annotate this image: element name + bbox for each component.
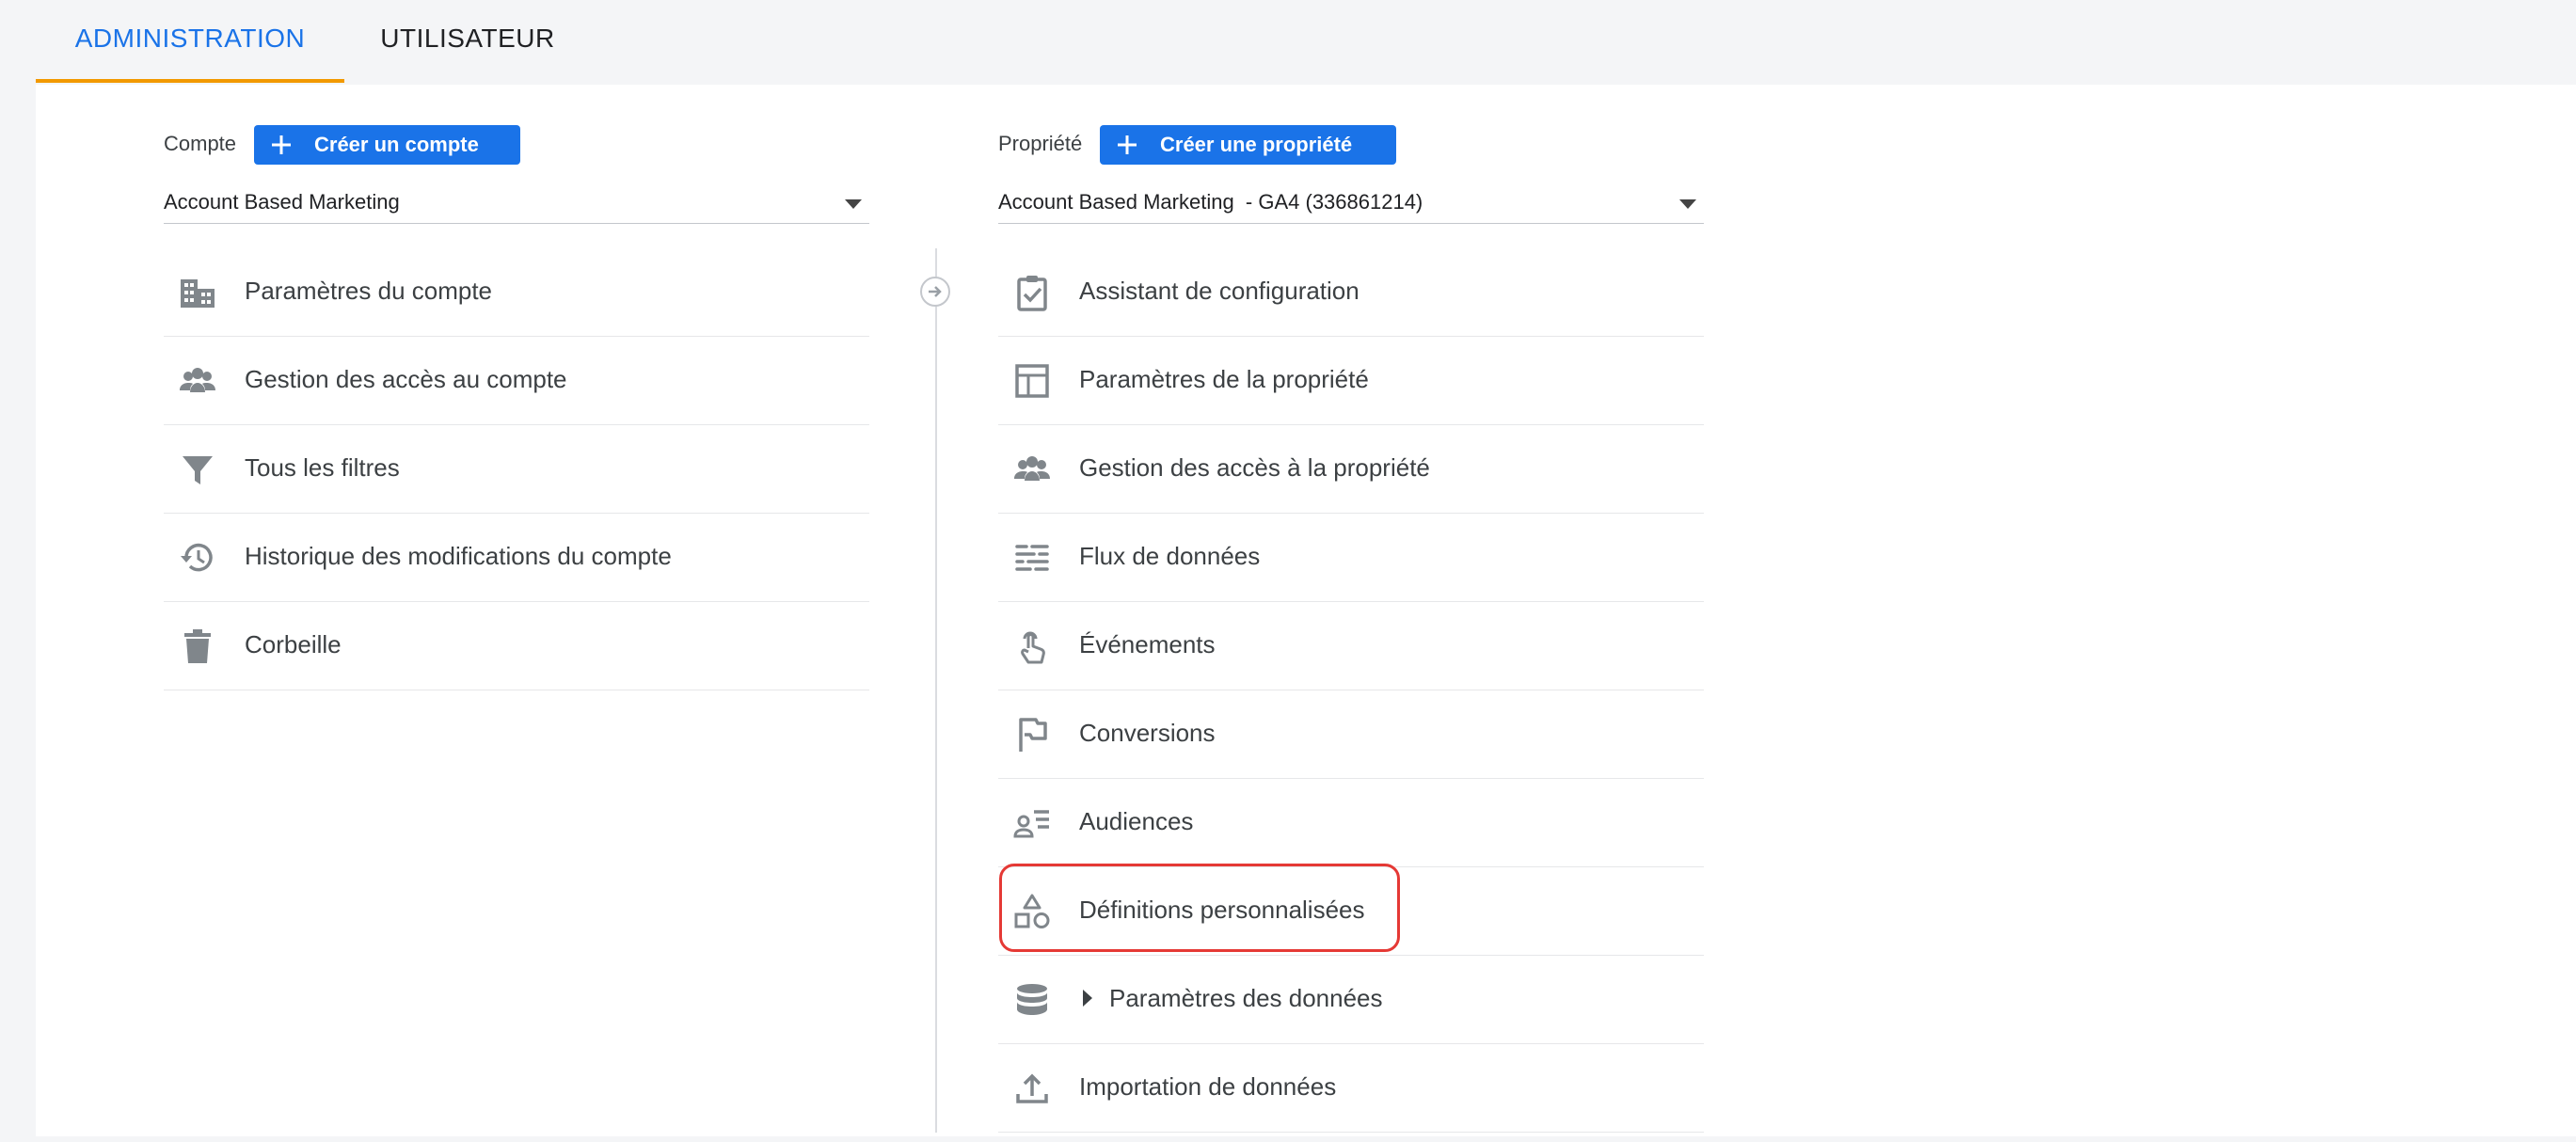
filter-icon bbox=[183, 456, 213, 484]
account-selector[interactable]: Account Based Marketing bbox=[164, 182, 869, 224]
menu-item-setup-assistant[interactable]: Assistant de configuration bbox=[998, 248, 1704, 337]
account-selected-value: Account Based Marketing bbox=[164, 190, 400, 214]
column-divider bbox=[935, 248, 937, 1133]
history-icon bbox=[181, 543, 213, 572]
menu-item-account-settings[interactable]: Paramètres du compte bbox=[164, 248, 869, 337]
plus-icon bbox=[1118, 135, 1137, 154]
menu-item-events[interactable]: Événements bbox=[998, 602, 1704, 690]
menu-item-account-access[interactable]: Gestion des accès au compte bbox=[164, 337, 869, 425]
menu-item-conversions[interactable]: Conversions bbox=[998, 690, 1704, 779]
create-account-button[interactable]: Créer un compte bbox=[254, 125, 520, 165]
chevron-down-icon bbox=[1679, 199, 1696, 209]
tab-utilisateur[interactable]: UTILISATEUR bbox=[358, 0, 578, 83]
property-column-label: Propriété bbox=[998, 132, 1083, 155]
checklist-icon bbox=[1017, 276, 1047, 311]
menu-item-trash[interactable]: Corbeille bbox=[164, 602, 869, 690]
plus-icon bbox=[272, 135, 291, 154]
menu-item-data-import[interactable]: Importation de données bbox=[998, 1044, 1704, 1133]
menu-item-all-filters[interactable]: Tous les filtres bbox=[164, 425, 869, 514]
menu-item-label: Audiences bbox=[1079, 807, 1194, 835]
account-menu: Paramètres du compte Gestion des accès a… bbox=[164, 248, 869, 690]
touch-icon bbox=[1021, 631, 1045, 664]
upload-icon bbox=[1016, 1073, 1048, 1103]
flag-icon bbox=[1019, 718, 1047, 752]
caret-right-icon[interactable] bbox=[1083, 990, 1092, 1007]
menu-item-label: Flux de données bbox=[1079, 542, 1261, 570]
menu-item-label: Importation de données bbox=[1079, 1072, 1337, 1101]
data-stream-icon bbox=[1015, 545, 1049, 571]
menu-item-data-streams[interactable]: Flux de données bbox=[998, 514, 1704, 602]
menu-item-label: Tous les filtres bbox=[245, 453, 400, 482]
property-selected-value: Account Based Marketing - GA4 (336861214… bbox=[998, 190, 1423, 214]
admin-tabbar: ADMINISTRATION UTILISATEUR bbox=[0, 0, 2576, 83]
menu-item-label: Conversions bbox=[1079, 719, 1216, 747]
shapes-icon bbox=[1014, 894, 1050, 928]
menu-item-label: Historique des modifications du compte bbox=[245, 542, 672, 570]
menu-item-label: Paramètres de la propriété bbox=[1079, 365, 1369, 393]
menu-item-label: Corbeille bbox=[245, 630, 342, 658]
database-icon bbox=[1017, 984, 1047, 1015]
account-column-label: Compte bbox=[164, 132, 237, 155]
menu-item-data-settings[interactable]: Paramètres des données bbox=[998, 956, 1704, 1044]
create-property-label: Créer une propriété bbox=[1160, 133, 1353, 156]
create-property-button[interactable]: Créer une propriété bbox=[1100, 125, 1396, 165]
property-menu: Assistant de configuration Paramètres de… bbox=[998, 248, 1704, 1133]
people-icon bbox=[1014, 456, 1050, 481]
chevron-down-icon bbox=[845, 199, 862, 209]
menu-item-label: Définitions personnalisées bbox=[1079, 896, 1365, 924]
menu-item-label: Paramètres du compte bbox=[245, 277, 493, 305]
menu-item-property-settings[interactable]: Paramètres de la propriété bbox=[998, 337, 1704, 425]
create-account-label: Créer un compte bbox=[314, 133, 479, 156]
audience-icon bbox=[1013, 810, 1049, 838]
menu-item-change-history[interactable]: Historique des modifications du compte bbox=[164, 514, 869, 602]
menu-item-label: Assistant de configuration bbox=[1079, 277, 1360, 305]
menu-item-property-access[interactable]: Gestion des accès à la propriété bbox=[998, 425, 1704, 514]
trash-icon bbox=[184, 629, 211, 663]
people-icon bbox=[180, 368, 215, 392]
tab-administration[interactable]: ADMINISTRATION bbox=[36, 0, 344, 83]
menu-item-label: Paramètres des données bbox=[1109, 984, 1383, 1012]
property-selector[interactable]: Account Based Marketing - GA4 (336861214… bbox=[998, 182, 1704, 224]
layout-icon bbox=[1015, 364, 1049, 398]
building-icon bbox=[181, 279, 215, 308]
menu-item-audiences[interactable]: Audiences bbox=[998, 779, 1704, 867]
menu-item-custom-definitions[interactable]: Définitions personnalisées bbox=[998, 867, 1704, 956]
arrow-right-icon bbox=[920, 277, 950, 307]
menu-item-label: Événements bbox=[1079, 630, 1216, 658]
menu-item-label: Gestion des accès au compte bbox=[245, 365, 567, 393]
menu-item-label: Gestion des accès à la propriété bbox=[1079, 453, 1430, 482]
active-tab-indicator bbox=[36, 79, 344, 83]
